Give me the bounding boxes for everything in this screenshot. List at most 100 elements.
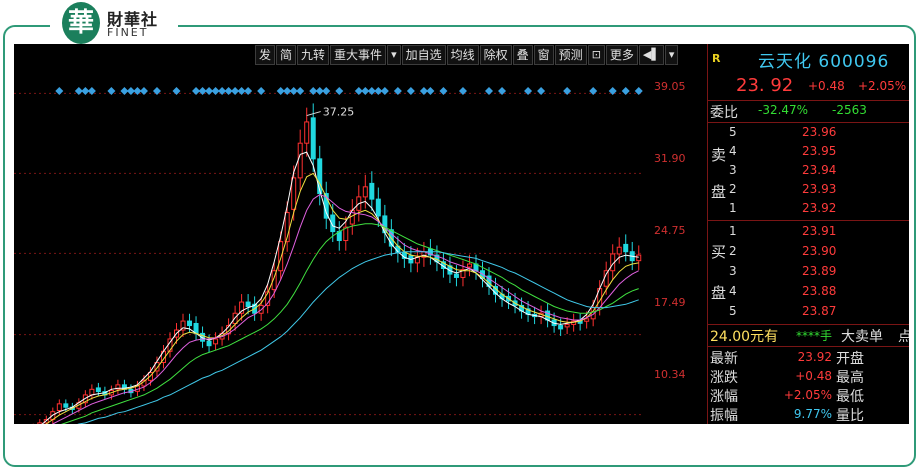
event-marker: [380, 87, 389, 95]
candle-body: [297, 142, 303, 179]
moving-average-line: [41, 151, 639, 424]
candle-body: [37, 422, 43, 424]
candle-body: [564, 323, 570, 328]
stat-label: 涨跌: [710, 370, 738, 386]
separator: [708, 324, 909, 325]
buy-level: 3: [729, 264, 737, 278]
sell-row[interactable]: 4 23.95: [708, 143, 909, 162]
event-marker: [257, 87, 266, 95]
sell-row[interactable]: 1 23.92: [708, 200, 909, 219]
candle-body: [453, 273, 459, 278]
sell-price: 23.93: [802, 182, 837, 196]
weibi-row: 委比 -32.47% -2563: [708, 102, 909, 121]
buy-price: 23.90: [802, 244, 837, 258]
candle-body: [278, 241, 284, 272]
separator: [708, 122, 909, 123]
candle-body: [95, 387, 101, 393]
candle-body: [362, 186, 368, 198]
quote-panel: R 云天化 600096 23. 92 +0.48 +2.05% 委比 -32.…: [708, 44, 909, 424]
moving-average-line: [77, 251, 639, 424]
stat-value: +2.05%: [783, 388, 832, 402]
candle-body: [63, 403, 69, 408]
candle-body: [291, 177, 297, 210]
event-marker: [406, 87, 415, 95]
trading-screen: 发 简 九转 重大事件 ▾ 加自选 均线 除权 叠 窗 预测 ⊡ 更多 ◀▌ ▾…: [14, 44, 909, 424]
candle-body: [206, 340, 212, 347]
separator: [708, 346, 909, 347]
candle-body: [213, 338, 219, 345]
candle-body: [187, 320, 193, 327]
buy-level: 1: [729, 224, 737, 238]
candlestick-chart: 37.25: [14, 87, 643, 424]
stock-name-code: 云天化 600096: [758, 52, 890, 72]
r-badge: R: [712, 52, 721, 65]
candle-body: [317, 158, 323, 195]
sell-row[interactable]: 3 23.94: [708, 162, 909, 181]
tick-label-31: 31.90: [654, 152, 686, 165]
weibi-pct: -32.47%: [758, 103, 809, 117]
moving-average-line: [45, 172, 639, 424]
moving-average-line: [51, 194, 639, 424]
stat-label: 最新: [710, 351, 738, 367]
menu-chevron-icon[interactable]: ▾: [664, 45, 679, 65]
sell-level: 3: [729, 163, 737, 177]
stat-label-2: 最低: [836, 389, 864, 405]
tick-label-24: 24.75: [654, 224, 686, 237]
candle-body: [56, 403, 62, 412]
stat-value: 23.92: [797, 350, 832, 364]
stats-row: 振幅 9.77% 量比: [708, 405, 909, 424]
logo-name-en: FINET: [107, 26, 149, 39]
sell-price: 23.92: [802, 201, 837, 215]
sell-level: 1: [729, 201, 737, 215]
stat-label-2: 最高: [836, 370, 864, 386]
sell-price: 23.94: [802, 163, 837, 177]
stat-value: 9.77%: [793, 407, 832, 421]
candle-body: [245, 301, 251, 308]
peak-annotation-label: 37.25: [323, 106, 355, 119]
big-order-price: 24.00元有: [710, 329, 779, 345]
stat-label: 振幅: [710, 408, 738, 424]
weibi-label: 委比: [710, 105, 738, 121]
tick-label-17: 17.49: [654, 296, 686, 309]
stat-value: +0.48: [795, 369, 832, 383]
stats-row: 涨幅 +2.05% 最低: [708, 386, 909, 405]
weibi-diff: -2563: [832, 103, 867, 117]
sell-level: 4: [729, 144, 737, 158]
candle-body: [623, 243, 629, 253]
separator: [708, 100, 909, 101]
event-marker: [537, 87, 546, 95]
big-order-stars: ****手: [796, 329, 833, 343]
buy-row[interactable]: 1 23.91: [708, 222, 909, 242]
buy-row[interactable]: 2 23.90: [708, 242, 909, 262]
candle-body: [603, 270, 609, 287]
big-order-row: 24.00元有 ****手 大卖单 点: [708, 326, 909, 346]
sell-row[interactable]: 5 23.96: [708, 124, 909, 143]
stat-label-2: 量比: [836, 408, 864, 424]
candle-body: [369, 182, 375, 200]
candle-body: [310, 117, 316, 160]
buy-price: 23.88: [802, 284, 837, 298]
buy-row[interactable]: 3 23.89: [708, 262, 909, 282]
finet-logo: 華 財華社 FINET: [50, 0, 178, 46]
last-price: 23. 92: [736, 75, 794, 96]
tick-label-39: 39.05: [654, 80, 686, 93]
buy-level: 2: [729, 244, 737, 258]
event-marker: [621, 87, 630, 95]
event-marker: [335, 87, 344, 95]
candle-body: [616, 246, 622, 255]
event-marker: [139, 87, 148, 95]
sell-row[interactable]: 2 23.93: [708, 181, 909, 200]
buy-price: 23.91: [802, 224, 837, 238]
big-order-dot: 点: [898, 329, 909, 345]
big-order-tag: 大卖单: [841, 329, 883, 345]
buy-row[interactable]: 5 23.87: [708, 302, 909, 322]
buy-level: 5: [729, 304, 737, 318]
separator: [708, 220, 909, 221]
buy-row[interactable]: 4 23.88: [708, 282, 909, 302]
tick-label-10: 10.34: [654, 368, 686, 381]
price-change-pct: +2.05%: [858, 79, 907, 93]
event-marker: [296, 87, 305, 95]
buy-price: 23.87: [802, 304, 837, 318]
event-marker: [485, 87, 494, 95]
sell-price: 23.95: [802, 144, 837, 158]
